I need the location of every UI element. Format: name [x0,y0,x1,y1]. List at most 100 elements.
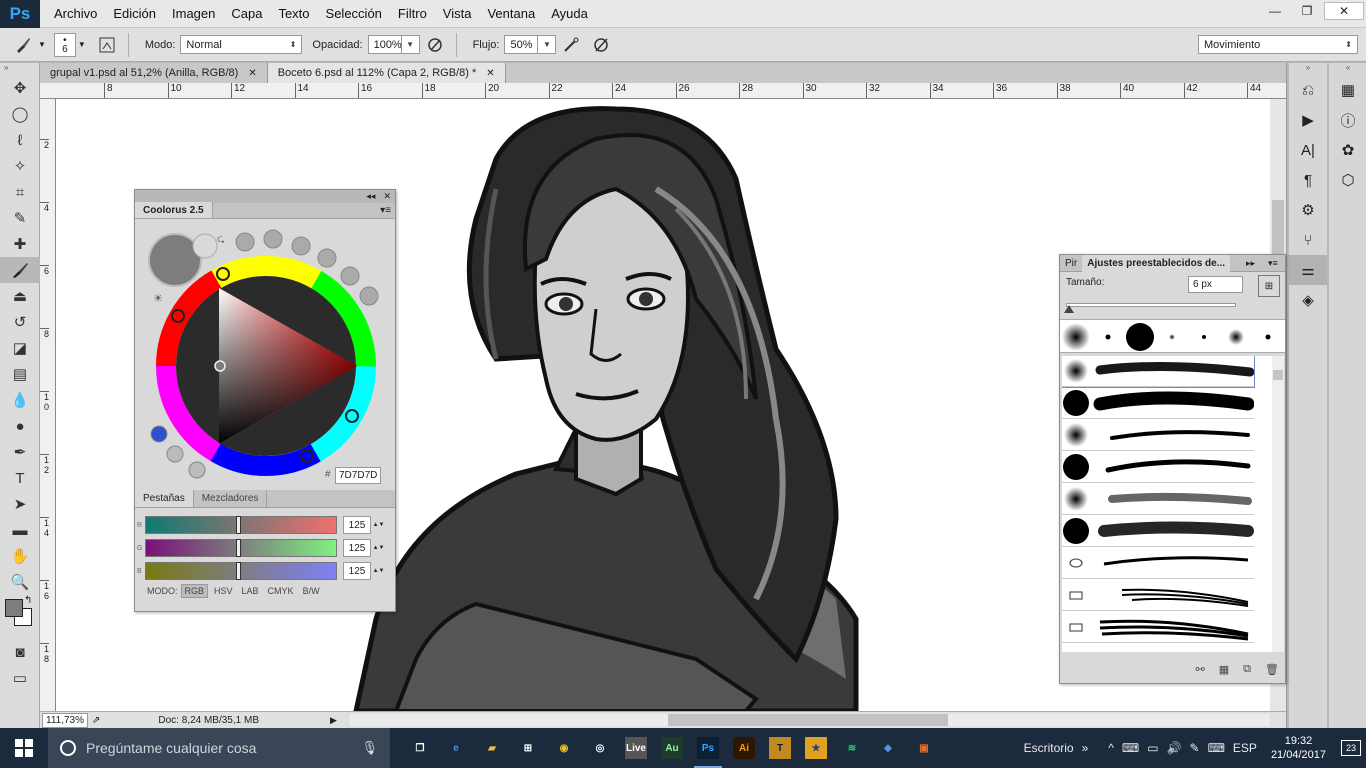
notification-center[interactable]: 23 [1336,728,1366,768]
microphone-icon[interactable]: 🎙 [361,740,378,756]
taskbar-app-audition[interactable]: Au [654,728,690,768]
taskbar-app-live[interactable]: Live [618,728,654,768]
foreground-color-swatch[interactable] [5,599,23,617]
pen-tool-icon[interactable]: ✒ [0,439,40,465]
taskbar-app-app-orange[interactable]: ▣ [906,728,942,768]
taskbar-app-task-view[interactable]: ❐ [402,728,438,768]
lasso-tool-icon[interactable]: ℓ [0,127,40,153]
tool-preset-chevron-icon[interactable]: ▼ [38,40,46,49]
restore-button[interactable]: ❐ [1292,2,1322,20]
b-value-input[interactable]: 125 [343,562,371,580]
pen-icon[interactable]: ✎ [1190,741,1200,755]
mode-rgb-button[interactable]: RGB [180,584,209,598]
taskbar-app-store[interactable]: ⊞ [510,728,546,768]
close-icon[interactable]: ✕ [248,68,256,79]
expand-panel-icon[interactable]: ▸▸ [1246,258,1255,269]
list-item[interactable] [1062,388,1255,419]
menu-texto[interactable]: Texto [270,0,317,28]
tab-brush-presets[interactable]: Ajustes preestablecidos de... [1082,254,1231,272]
gradient-tool-icon[interactable]: ▤ [0,361,40,387]
clock[interactable]: 19:32 21/04/2017 [1271,734,1326,762]
menu-ventana[interactable]: Ventana [479,0,543,28]
hand-tool-icon[interactable]: ✋ [0,543,40,569]
g-value-input[interactable]: 125 [343,539,371,557]
flow-input[interactable]: 50% [504,35,539,54]
language-indicator[interactable]: ESP [1233,741,1257,755]
size-slider-thumb[interactable] [1064,305,1074,313]
opacity-input[interactable]: 100% [367,35,402,54]
list-item[interactable] [1062,612,1254,643]
brush-tips-preview[interactable] [1060,320,1285,354]
menu-filtro[interactable]: Filtro [390,0,435,28]
taskbar-app-groove[interactable]: ◎ [582,728,618,768]
brush-tool-icon[interactable] [0,257,40,283]
quick-mask-icon[interactable]: ◙ [0,639,40,665]
list-item[interactable] [1062,548,1254,579]
collapse-icon[interactable]: « [1329,63,1366,75]
toggle-brush-panel-icon[interactable]: ⚯ [1196,663,1205,676]
trash-icon[interactable]: 🗑 [1265,663,1279,676]
brush-panel-icon[interactable]: ⑂ [1289,225,1327,255]
collapse-icon[interactable]: » [0,63,39,75]
airbrush-icon[interactable] [560,34,582,56]
horizontal-scroll-thumb[interactable] [668,714,948,726]
menu-imagen[interactable]: Imagen [164,0,223,28]
taskbar-app-app-tools[interactable]: T [762,728,798,768]
menu-seleccion[interactable]: Selección [318,0,390,28]
tab-grupal[interactable]: grupal v1.psd al 51,2% (Anilla, RGB/8) ✕ [40,63,268,83]
zoom-tool-icon[interactable]: 🔍 [0,569,40,595]
close-button[interactable]: ✕ [1324,2,1364,20]
tab-boceto[interactable]: Boceto 6.psd al 112% (Capa 2, RGB/8) * ✕ [267,63,506,83]
keyboard-icon[interactable]: ⌨ [1208,741,1225,755]
brush-picker-chevron-icon[interactable]: ▼ [78,40,86,49]
paragraph-panel-icon[interactable]: ¶ [1289,165,1327,195]
scroll-thumb[interactable] [1273,370,1283,380]
history-panel-icon[interactable]: ⎌ [1289,75,1327,105]
size-slider[interactable] [1066,303,1236,307]
path-select-icon[interactable]: ➤ [0,491,40,517]
move-tool-icon[interactable]: ✥ [0,75,40,101]
workspace-select[interactable]: Movimiento ⬍ [1198,35,1358,54]
list-item[interactable] [1062,452,1254,483]
taskbar-app-photoshop[interactable]: Ps [690,728,726,768]
menu-ayuda[interactable]: Ayuda [543,0,596,28]
pressure-size-icon[interactable] [590,34,612,56]
devices-icon[interactable]: ⌨ [1122,741,1139,755]
tab-coolorus[interactable]: Coolorus 2.5 [135,202,213,218]
brush-size-picker[interactable]: • 6 [53,32,76,57]
taskbar-app-chrome[interactable]: ◉ [546,728,582,768]
slider-thumb[interactable] [236,539,241,557]
color-wheel[interactable]: ☀ ⮎ [145,224,385,484]
desktop-label[interactable]: Escritorio [1024,741,1074,755]
stepper-icon[interactable]: ▲▼ [373,562,385,580]
brush-presets-panel-icon[interactable]: ⚌ [1289,255,1327,285]
new-preset-icon[interactable]: ⧉ [1243,663,1251,676]
cortana-search[interactable]: Pregúntame cualquier cosa 🎙 [48,728,390,768]
shape-tool-icon[interactable]: ▬ [0,517,40,543]
mode-bw-button[interactable]: B/W [300,585,323,597]
taskbar-app-file-explorer[interactable]: ▰ [474,728,510,768]
collapse-panel-icon[interactable]: ◂◂ [366,191,375,202]
horizontal-scrollbar[interactable] [350,714,1270,726]
share-icon[interactable]: ⇗ [92,715,100,726]
healing-brush-icon[interactable]: ✚ [0,231,40,257]
marquee-tool-icon[interactable]: ◯ [0,101,40,127]
menu-archivo[interactable]: Archivo [46,0,105,28]
crop-tool-icon[interactable]: ⌗ [0,179,40,205]
taskbar-app-app-blue[interactable]: ◈ [870,728,906,768]
taskbar-app-illustrator[interactable]: Ai [726,728,762,768]
new-preset-icon[interactable]: ⊞ [1258,275,1280,297]
grid-view-icon[interactable]: ▦ [1219,663,1229,676]
zoom-level-input[interactable]: 111,73% [42,712,88,728]
start-button[interactable] [0,728,48,768]
status-menu-arrow-icon[interactable]: ▶ [330,715,337,726]
history-brush-icon[interactable]: ↺ [0,309,40,335]
volume-icon[interactable]: 🔊 [1167,741,1182,755]
close-icon[interactable]: ✕ [486,68,494,79]
taskbar-app-app-game[interactable]: ★ [798,728,834,768]
stepper-icon[interactable]: ▲▼ [373,539,385,557]
b-slider[interactable] [145,562,337,580]
clone-source-icon[interactable]: ⚙ [1289,195,1327,225]
r-value-input[interactable]: 125 [343,516,371,534]
tab-mezcladores[interactable]: Mezcladores [194,490,268,507]
